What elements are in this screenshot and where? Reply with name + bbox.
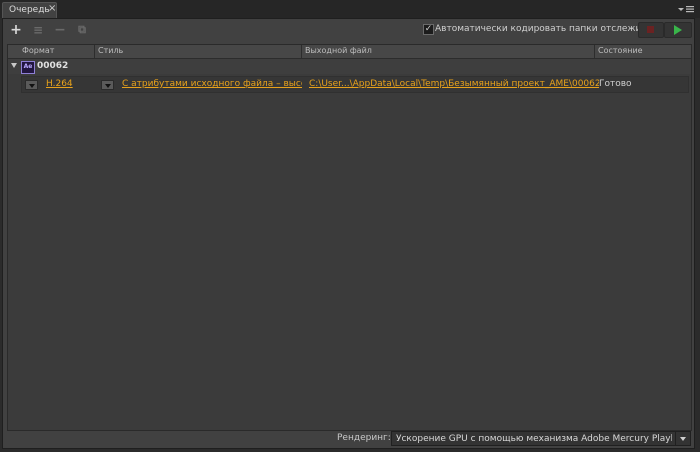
duplicate-icon[interactable]: ⧉ [75, 23, 89, 37]
add-source-icon[interactable]: + [9, 23, 23, 37]
watch-folders-checkbox[interactable]: ✓ [423, 24, 434, 35]
column-header-preset[interactable]: Стиль [98, 45, 298, 58]
column-header-output[interactable]: Выходной файл [305, 45, 585, 58]
stop-queue-button[interactable] [638, 22, 664, 38]
tab-close-icon[interactable]: × [48, 2, 56, 16]
format-link[interactable]: H.264 [46, 79, 96, 90]
preset-dropdown-button[interactable] [101, 80, 114, 90]
column-header-status[interactable]: Состояние [598, 45, 678, 58]
format-dropdown-button[interactable] [25, 80, 38, 90]
column-divider[interactable] [94, 45, 95, 58]
column-header-format[interactable]: Формат [22, 45, 96, 58]
play-icon [674, 25, 682, 35]
tab-strip [0, 0, 700, 18]
expand-triangle-icon[interactable] [11, 63, 17, 68]
panel-menu-icon[interactable] [675, 2, 697, 16]
status-text: Готово [599, 79, 632, 89]
renderer-value: Ускорение GPU с помощью механизма Adobe … [396, 434, 672, 444]
renderer-label: Рендеринг: [337, 433, 391, 443]
start-queue-button[interactable] [664, 22, 692, 38]
watch-folders-label: Автоматически кодировать папки отслежива… [435, 24, 670, 34]
chevron-down-icon[interactable] [675, 432, 690, 445]
group-name: 00062 [37, 61, 69, 71]
queue-item-row[interactable]: H.264 С атрибутами исходного файла – выс… [21, 76, 689, 93]
preset-settings-icon[interactable]: ≡ [31, 23, 45, 37]
queue-group-row[interactable]: Ae 00062 [8, 59, 691, 74]
stop-icon [647, 26, 654, 33]
output-file-link[interactable]: C:\User...\AppData\Local\Temp\Безымянный… [309, 79, 599, 90]
after-effects-icon: Ae [21, 61, 35, 74]
tab-queue-label: Очередь [9, 5, 50, 15]
column-divider[interactable] [594, 45, 595, 58]
column-divider[interactable] [301, 45, 302, 58]
remove-icon[interactable]: − [53, 23, 67, 37]
renderer-select[interactable]: Ускорение GPU с помощью механизма Adobe … [391, 431, 691, 446]
queue-list[interactable]: Формат Стиль Выходной файл Состояние Ae … [7, 44, 692, 431]
preset-link[interactable]: С атрибутами исходного файла – высокая..… [122, 79, 302, 90]
